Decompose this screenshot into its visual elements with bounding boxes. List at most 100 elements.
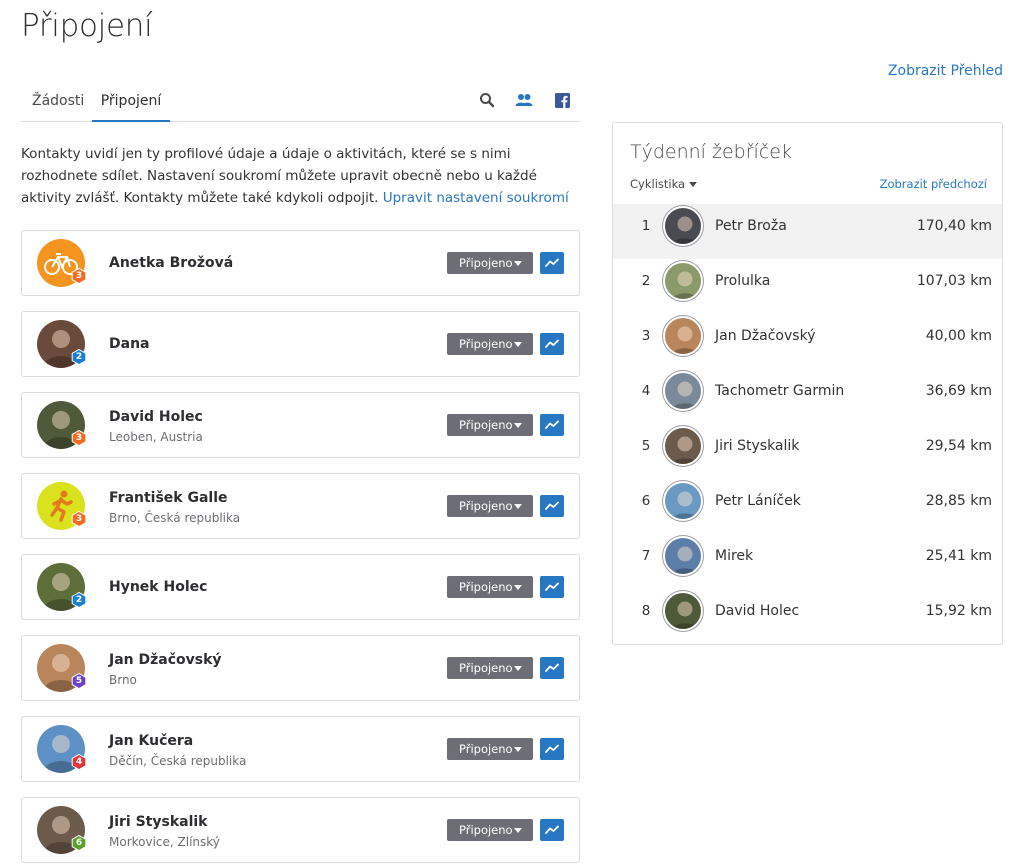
sport-dropdown[interactable]: Cyklistika — [630, 177, 698, 191]
profile-photo — [671, 601, 699, 629]
badge-level: 2 — [75, 352, 83, 362]
status-label: Připojeno — [459, 499, 513, 513]
privacy-intro: Kontakty uvidí jen ty profilové údaje a … — [21, 143, 580, 209]
caret-down-icon — [514, 342, 522, 347]
activity-chart-button[interactable] — [540, 738, 564, 760]
athlete-location: Leoben, Austria — [109, 430, 203, 444]
badge-level: 4 — [75, 757, 83, 767]
avatar[interactable] — [663, 371, 703, 411]
tab-requests[interactable]: Žádosti — [32, 80, 84, 122]
sport-dropdown-label: Cyklistika — [630, 177, 686, 191]
trend-line-icon — [545, 501, 559, 510]
activity-chart-button[interactable] — [540, 657, 564, 679]
badge-level: 3 — [75, 271, 83, 281]
avatar[interactable] — [663, 316, 703, 356]
avatar[interactable] — [663, 481, 703, 521]
page-title: Připojení — [21, 8, 153, 44]
leaderboard-distance: 28,85 km — [925, 493, 992, 509]
leaderboard-distance: 25,41 km — [925, 548, 992, 564]
leaderboard-distance: 29,54 km — [925, 438, 992, 454]
athlete-name[interactable]: Dana — [109, 336, 149, 352]
search-icon[interactable] — [478, 91, 496, 109]
avatar[interactable] — [663, 536, 703, 576]
connection-status-button[interactable]: Připojeno — [447, 819, 533, 841]
privacy-settings-link[interactable]: Upravit nastavení soukromí — [383, 190, 569, 206]
level-badge: 2 — [71, 592, 87, 608]
athlete-row: 2 Hynek Holec Připojeno — [21, 554, 580, 620]
activity-chart-button[interactable] — [540, 576, 564, 598]
leaderboard-athlete-name[interactable]: Petr Broža — [715, 204, 787, 248]
athlete-location: Brno, Česká republika — [109, 511, 241, 525]
trend-line-icon — [545, 258, 559, 267]
leaderboard-athlete-name[interactable]: Prolulka — [715, 259, 770, 303]
activity-chart-button[interactable] — [540, 414, 564, 436]
tab-connections[interactable]: Připojení — [92, 80, 170, 122]
activity-chart-button[interactable] — [540, 819, 564, 841]
leaderboard-distance: 107,03 km — [916, 273, 992, 289]
connection-status-button[interactable]: Připojeno — [447, 333, 533, 355]
leaderboard-row: 1 Petr Broža 170,40 km — [613, 204, 1002, 259]
connection-status-button[interactable]: Připojeno — [447, 576, 533, 598]
leaderboard-row: 5 Jiri Styskalik 29,54 km — [613, 424, 1002, 479]
avatar[interactable] — [663, 206, 703, 246]
athlete-name[interactable]: David Holec — [109, 409, 203, 425]
caret-down-icon — [514, 423, 522, 428]
connection-status-button[interactable]: Připojeno — [447, 414, 533, 436]
avatar[interactable] — [663, 261, 703, 301]
level-badge: 3 — [71, 430, 87, 446]
athlete-name[interactable]: Jan Džačovský — [109, 652, 222, 668]
leaderboard-rank: 5 — [641, 438, 651, 454]
avatar[interactable] — [663, 426, 703, 466]
connection-status-button[interactable]: Připojeno — [447, 738, 533, 760]
leaderboard-rank: 1 — [641, 218, 651, 234]
overview-link[interactable]: Zobrazit Přehled — [888, 63, 1003, 79]
athlete-row: 3 František Galle Brno, Česká republika Při… — [21, 473, 580, 539]
leaderboard-rank: 6 — [641, 493, 651, 509]
leaderboard-athlete-name[interactable]: David Holec — [715, 589, 799, 633]
profile-photo — [671, 491, 699, 519]
profile-photo — [671, 271, 699, 299]
athlete-name[interactable]: Jan Kučera — [109, 733, 193, 749]
activity-chart-button[interactable] — [540, 333, 564, 355]
profile-photo — [671, 381, 699, 409]
leaderboard-distance: 36,69 km — [925, 383, 992, 399]
trend-line-icon — [545, 825, 559, 834]
level-badge: 3 — [71, 511, 87, 527]
connection-status-button[interactable]: Připojeno — [447, 657, 533, 679]
trend-line-icon — [545, 744, 559, 753]
people-icon[interactable] — [515, 91, 533, 109]
avatar[interactable] — [663, 591, 703, 631]
leaderboard-athlete-name[interactable]: Tachometr Garmin — [715, 369, 844, 413]
athlete-name[interactable]: Anetka Brožová — [109, 255, 233, 271]
profile-photo — [671, 546, 699, 574]
activity-chart-button[interactable] — [540, 252, 564, 274]
activity-chart-button[interactable] — [540, 495, 564, 517]
leaderboard-distance: 170,40 km — [916, 218, 992, 234]
athlete-row: 5 Jan Džačovský Brno Připojeno — [21, 635, 580, 701]
connection-status-button[interactable]: Připojeno — [447, 252, 533, 274]
tabs-bar: Žádosti Připojení — [21, 80, 580, 122]
athlete-row: 4 Jan Kučera Děčín, Česká republika Připoje… — [21, 716, 580, 782]
leaderboard-distance: 40,00 km — [925, 328, 992, 344]
athlete-name[interactable]: František Galle — [109, 490, 228, 506]
status-label: Připojeno — [459, 661, 513, 675]
leaderboard-athlete-name[interactable]: Mirek — [715, 534, 753, 578]
leaderboard-athlete-name[interactable]: Jan Džačovský — [715, 314, 815, 358]
caret-down-icon — [514, 828, 522, 833]
trend-line-icon — [545, 420, 559, 429]
leaderboard-row: 6 Petr Láníček 28,85 km — [613, 479, 1002, 534]
leaderboard-row: 8 David Holec 15,92 km — [613, 589, 1002, 644]
caret-down-icon — [514, 261, 522, 266]
athlete-location: Děčín, Česká republika — [109, 754, 247, 768]
level-badge: 2 — [71, 349, 87, 365]
facebook-icon[interactable] — [553, 91, 571, 109]
leaderboard-athlete-name[interactable]: Jiri Styskalik — [715, 424, 799, 468]
trend-line-icon — [545, 582, 559, 591]
athlete-name[interactable]: Hynek Holec — [109, 579, 207, 595]
status-label: Připojeno — [459, 823, 513, 837]
show-previous-link[interactable]: Zobrazit předchozí — [880, 177, 987, 191]
level-badge: 3 — [71, 268, 87, 284]
connection-status-button[interactable]: Připojeno — [447, 495, 533, 517]
athlete-name[interactable]: Jiri Styskalik — [109, 814, 208, 830]
leaderboard-athlete-name[interactable]: Petr Láníček — [715, 479, 801, 523]
